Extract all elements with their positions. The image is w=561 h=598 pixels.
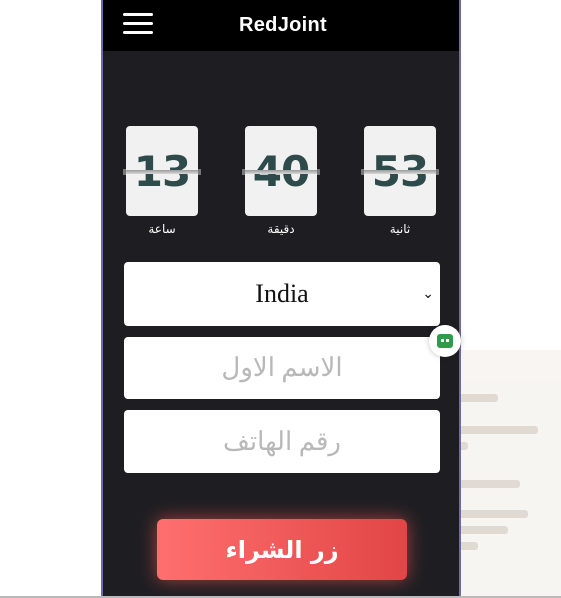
minutes-tile: 40 (242, 126, 320, 216)
first-name-placeholder: الاسم الاول (221, 353, 343, 382)
countdown-timer: 13 ساعة 40 دقيقة 53 ثانية (103, 126, 459, 246)
chat-widget-button[interactable] (429, 325, 461, 357)
mobile-page: RedJoint 13 ساعة 40 دقيقة 53 ثانية India… (101, 0, 461, 598)
phone-input[interactable]: رقم الهاتف (124, 410, 440, 473)
top-bar: RedJoint (103, 0, 459, 51)
minutes-label: دقيقة (267, 222, 295, 236)
buy-button-label: زر الشراء (225, 535, 339, 564)
first-name-input[interactable]: الاسم الاول (124, 337, 440, 399)
brand-title: RedJoint (239, 14, 327, 36)
buy-button[interactable]: زر الشراء (157, 519, 407, 580)
seconds-tile: 53 (361, 126, 439, 216)
seconds-label: ثانية (389, 222, 411, 236)
country-select[interactable]: India ⌄ (124, 262, 440, 326)
phone-placeholder: رقم الهاتف (223, 426, 341, 456)
hours-tile: 13 (123, 126, 201, 216)
screen: RedJoint 13 ساعة 40 دقيقة 53 ثانية India… (0, 0, 561, 598)
chat-bot-icon (437, 334, 453, 348)
country-selected-value: India (255, 279, 309, 308)
hours-label: ساعة (148, 222, 176, 236)
chevron-down-icon: ⌄ (422, 286, 434, 302)
hamburger-icon[interactable] (123, 13, 153, 37)
